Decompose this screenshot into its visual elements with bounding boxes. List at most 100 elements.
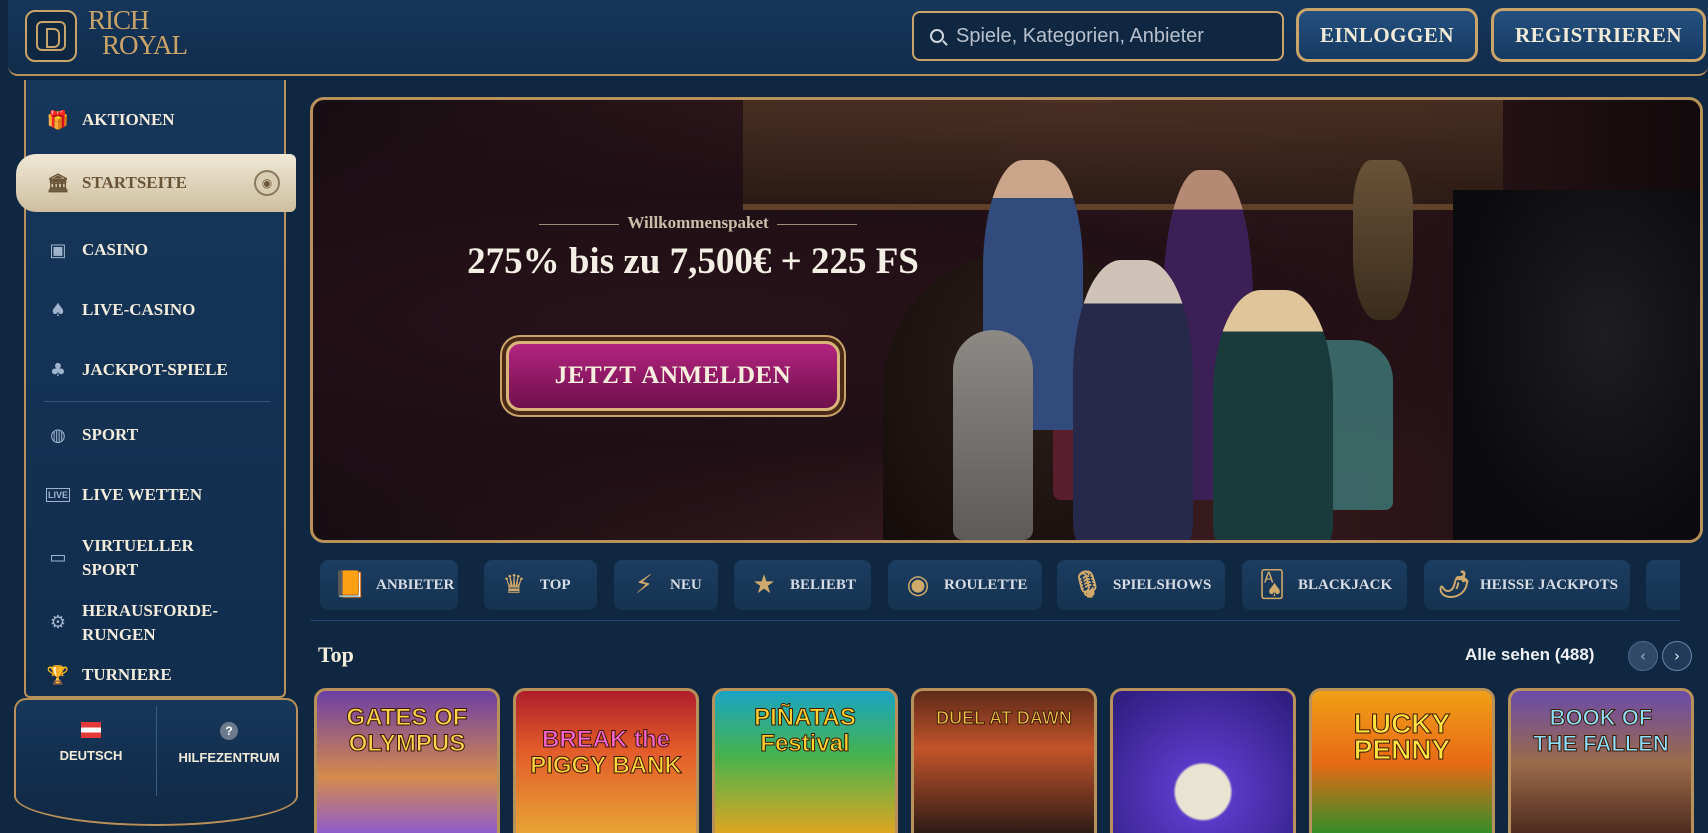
sidebar-item-aktionen[interactable]: 🎁 AKTIONEN: [26, 95, 288, 145]
category-roulette[interactable]: ◉ ROULETTE: [888, 560, 1042, 610]
hero-vase: [1353, 160, 1413, 320]
sidebar-footer: DEUTSCH ? HILFEZENTRUM: [14, 698, 298, 826]
lightning-icon: ⚡: [634, 570, 654, 600]
trophy-icon: 🏆: [46, 664, 70, 686]
category-label: BLACKJACK: [1298, 576, 1393, 593]
game-card-title: GATES OF OLYMPUS: [346, 704, 468, 757]
help-center-link[interactable]: ? HILFEZENTRUM: [164, 722, 294, 765]
cards-icon: ♠: [49, 299, 67, 321]
sidebar-item-label: SPORT: [82, 425, 139, 444]
monitor-ball-icon: ▭: [49, 547, 67, 568]
game-card-title: BREAK the PIGGY BANK: [530, 726, 683, 779]
sidebar-item-label: LIVE WETTEN: [82, 485, 203, 504]
sidebar-item-live-casino[interactable]: ♠ LIVE-CASINO: [26, 285, 288, 335]
basketball-icon: ◍: [50, 424, 66, 446]
see-all-link[interactable]: Alle sehen (488): [1465, 645, 1594, 665]
chevron-left-icon: ‹: [1640, 647, 1646, 665]
nav-divider: [44, 401, 270, 402]
sidebar-item-casino[interactable]: ▣ CASINO: [26, 225, 288, 275]
language-label: DEUTSCH: [59, 748, 123, 763]
category-divider: [310, 620, 1680, 621]
category-label: HEISSE JACKPOTS: [1480, 576, 1618, 593]
gift-icon: 🎁: [46, 109, 70, 131]
sidebar-item-label: HERAUSFORDE-RUNGEN: [82, 601, 219, 644]
category-partial-next[interactable]: [1646, 560, 1680, 610]
sidebar-item-turniere[interactable]: 🏆 TURNIERE: [26, 655, 288, 695]
language-selector[interactable]: DEUTSCH: [26, 722, 156, 763]
sidebar-item-sport[interactable]: ◍ SPORT: [26, 410, 288, 460]
register-button[interactable]: REGISTRIEREN: [1491, 8, 1706, 62]
hero-kicker: Willkommenspaket: [463, 213, 933, 233]
bank-icon: 🏛: [46, 172, 70, 194]
hero-title: 275% bis zu 7,500€ + 225 FS: [467, 241, 919, 282]
roulette-icon: ◉: [906, 570, 930, 600]
austria-flag-icon: [81, 722, 101, 738]
hero-dog: [953, 330, 1033, 540]
pin-icon[interactable]: ◉: [254, 170, 280, 196]
category-blackjack[interactable]: 🂡 BLACKJACK: [1242, 560, 1407, 610]
game-card-title: DUEL AT DAWN: [936, 708, 1073, 729]
sidebar-item-label: TURNIERE: [82, 665, 172, 684]
game-card-title: PIÑATAS Festival: [754, 704, 857, 757]
slot-machine-icon: ▣: [49, 239, 67, 261]
search-input[interactable]: [956, 24, 1266, 48]
hero-figure-blonde: [1213, 290, 1333, 540]
brand-logo[interactable]: RICH ROYAL: [88, 7, 208, 64]
sidebar-nav: 🎁 AKTIONEN 🏛 STARTSEITE ◉ ▣ CASINO ♠ LIV…: [16, 80, 296, 698]
carousel-prev-button[interactable]: ‹: [1628, 641, 1658, 671]
signup-cta-button[interactable]: JETZT ANMELDEN: [506, 341, 840, 411]
game-card-duel-at-dawn[interactable]: DUEL AT DAWN: [911, 688, 1097, 833]
game-card-break-the-piggy-bank[interactable]: BREAK the PIGGY BANK: [513, 688, 699, 833]
search-box[interactable]: [912, 11, 1284, 61]
footer-divider: [156, 706, 157, 796]
chevron-right-icon: ›: [1674, 647, 1680, 665]
sidebar-item-herausforderungen[interactable]: ⚙ HERAUSFORDE-RUNGEN: [26, 595, 288, 651]
category-anbieter[interactable]: 📙 ANBIETER: [320, 560, 458, 610]
category-top[interactable]: ♛ TOP: [484, 560, 597, 610]
game-card-book-of-the-fallen[interactable]: BOOK OF THE FALLEN: [1508, 688, 1694, 833]
logo-line-2: ROYAL: [102, 30, 188, 60]
category-label: SPIELSHOWS: [1113, 576, 1212, 593]
login-button[interactable]: EINLOGGEN: [1296, 8, 1478, 62]
category-spielshows[interactable]: 🎙 SPIELSHOWS: [1057, 560, 1225, 610]
top-header: RICH ROYAL EINLOGGEN REGISTRIEREN: [8, 0, 1708, 76]
sidebar-item-label: JACKPOT-SPIELE: [82, 360, 228, 379]
microphone-icon: 🎙: [1070, 570, 1104, 600]
game-card-gates-of-olympus[interactable]: GATES OF OLYMPUS: [314, 688, 500, 833]
section-title-top: Top: [318, 642, 354, 667]
crown-icon: ♛: [502, 570, 526, 600]
sidebar-item-label: LIVE-CASINO: [82, 300, 196, 319]
carousel-next-button[interactable]: ›: [1662, 641, 1692, 671]
hero-figure-elder: [1073, 260, 1193, 540]
game-card-monster-game[interactable]: [1110, 688, 1296, 833]
category-heisse-jackpots[interactable]: 🌶 HEISSE JACKPOTS: [1424, 560, 1630, 610]
chili-icon: 🌶: [1437, 570, 1471, 600]
book-icon: 📙: [333, 570, 367, 600]
live-badge-icon: LIVE: [46, 488, 70, 502]
category-label: BELIEBT: [790, 576, 856, 593]
blackjack-cards-icon: 🂡: [1258, 570, 1286, 600]
category-beliebt[interactable]: ★ BELIEBT: [734, 560, 871, 610]
sidebar-item-label: AKTIONEN: [82, 110, 175, 129]
sidebar-item-label: CASINO: [82, 240, 149, 259]
hero-photographer: [1453, 190, 1700, 540]
game-card-pinatas-festival[interactable]: PIÑATAS Festival: [712, 688, 898, 833]
category-label: NEU: [670, 576, 702, 593]
category-neu[interactable]: ⚡ NEU: [614, 560, 718, 610]
category-bar: 📙 ANBIETER ♛ TOP ⚡ NEU ★ BELIEBT ◉ ROULE…: [320, 560, 1680, 612]
category-label: TOP: [540, 576, 571, 593]
logo-emblem[interactable]: [25, 10, 77, 62]
help-icon: ?: [220, 722, 238, 740]
gear-badge-icon: ⚙: [49, 612, 67, 633]
sidebar-item-startseite[interactable]: 🏛 STARTSEITE ◉: [16, 154, 296, 212]
sidebar-item-jackpot-spiele[interactable]: ♣ JACKPOT-SPIELE: [26, 345, 288, 395]
clover-icon: ♣: [49, 359, 67, 381]
sidebar-item-virtueller-sport[interactable]: ▭ VIRTUELLER SPORT: [26, 530, 288, 586]
game-card-lucky-penny[interactable]: LUCKY PENNY: [1309, 688, 1495, 833]
category-label: ROULETTE: [944, 576, 1028, 593]
search-icon: [930, 29, 944, 43]
sidebar-item-live-wetten[interactable]: LIVE LIVE WETTEN: [26, 470, 288, 520]
category-label: ANBIETER: [376, 576, 455, 593]
hero-banner[interactable]: Willkommenspaket 275% bis zu 7,500€ + 22…: [310, 97, 1703, 543]
sidebar-item-label: VIRTUELLER SPORT: [82, 536, 194, 579]
